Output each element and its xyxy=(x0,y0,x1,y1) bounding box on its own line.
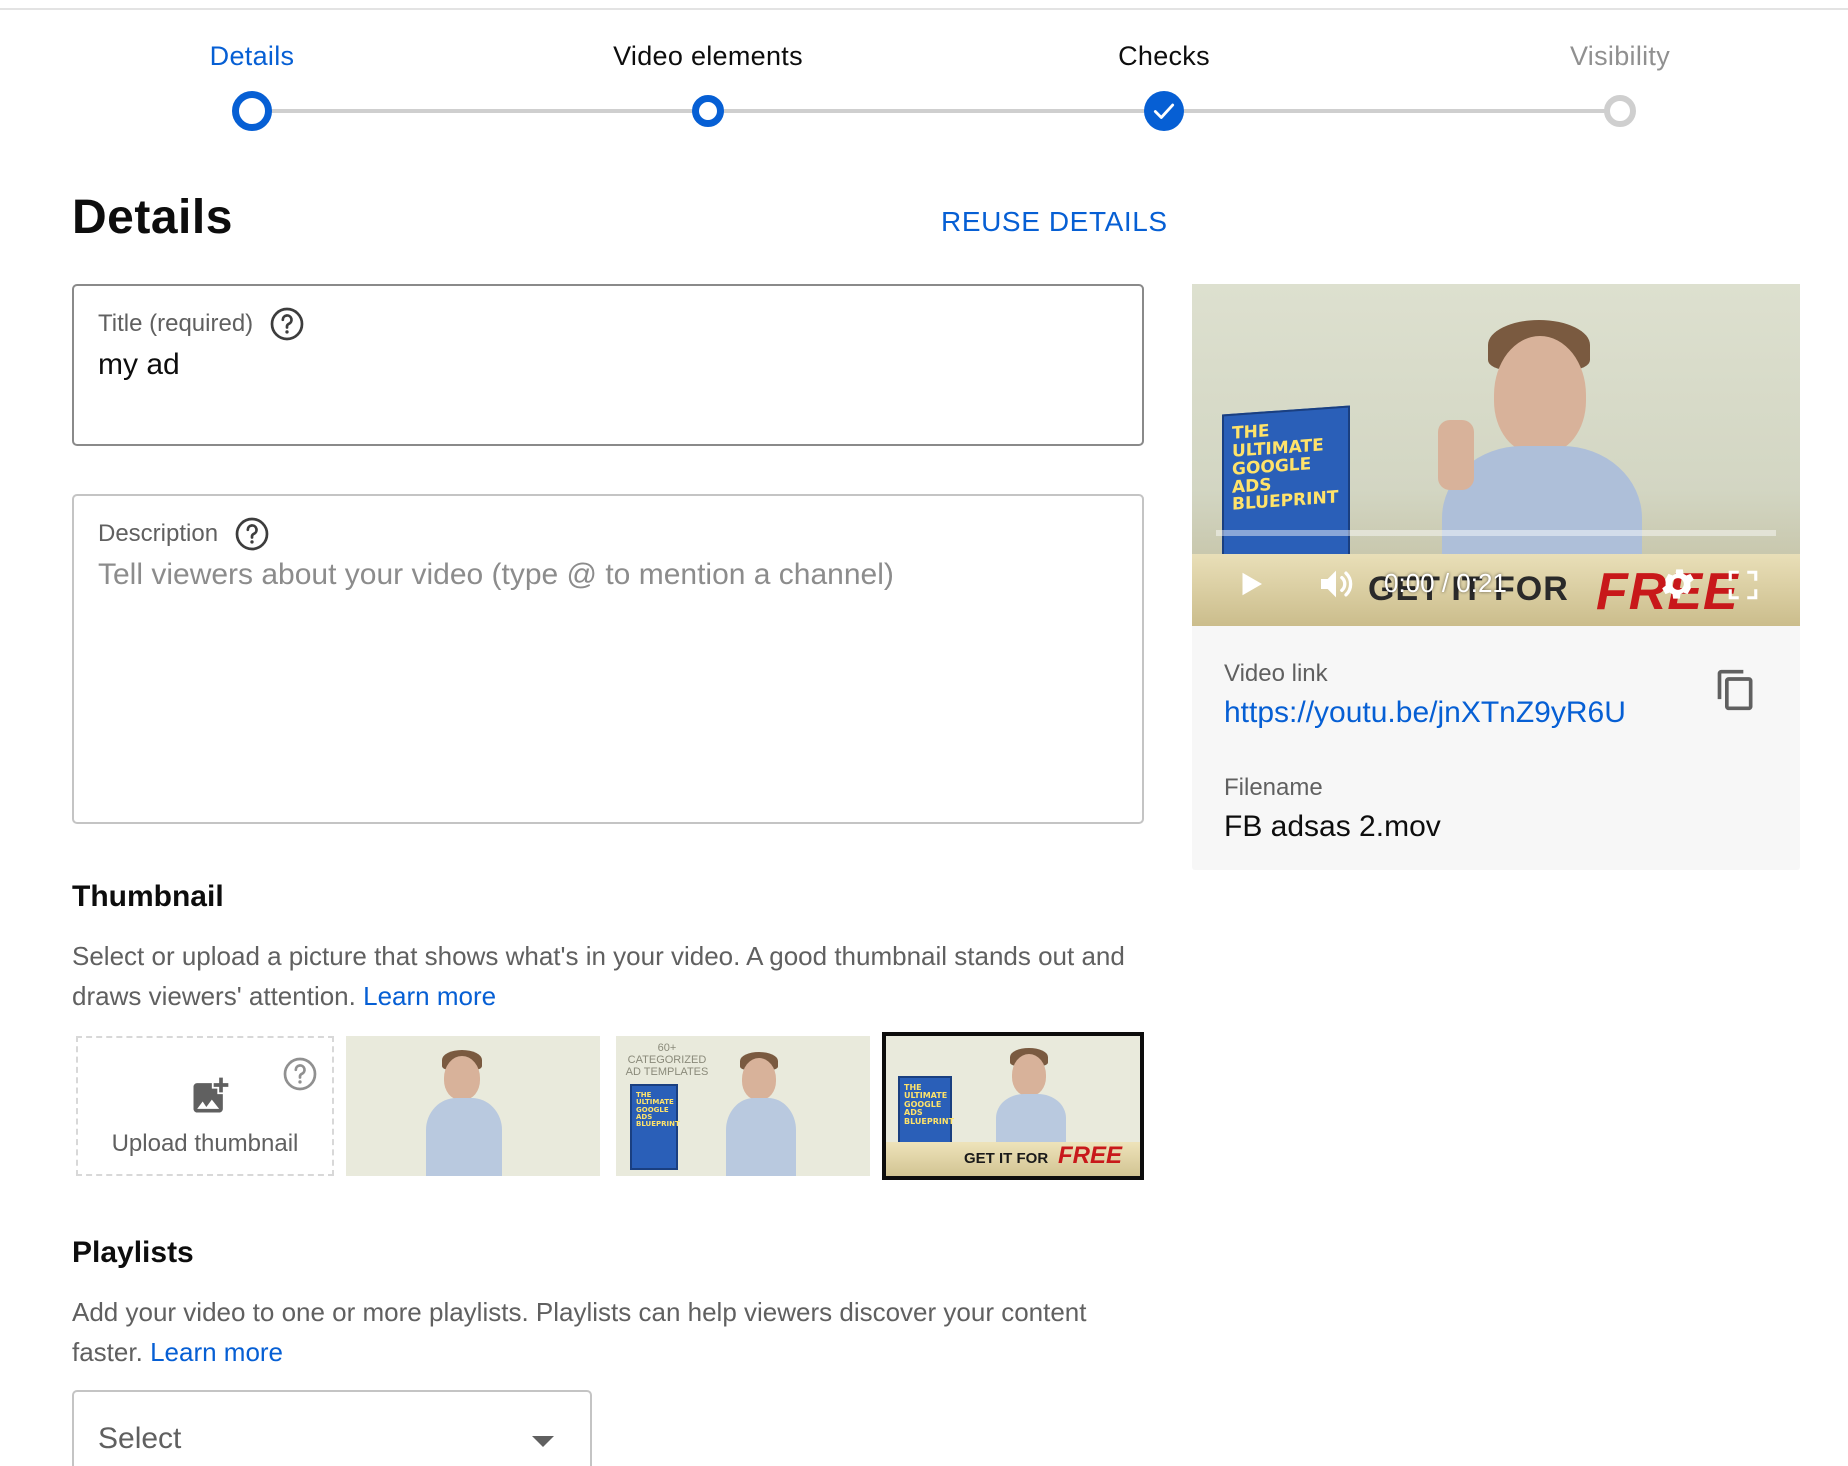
description-field-label-row: Description xyxy=(98,516,270,552)
help-icon[interactable] xyxy=(234,516,270,552)
help-icon[interactable] xyxy=(269,306,305,342)
description-field-label: Description xyxy=(98,520,219,547)
dropdown-arrow-icon xyxy=(532,1436,554,1447)
settings-gear-icon[interactable] xyxy=(1658,564,1698,604)
title-input[interactable]: my ad xyxy=(98,348,180,382)
book-cover: THE ULTIMATE GOOGLE ADS BLUEPRINT xyxy=(630,1084,680,1170)
upload-thumbnail-label: Upload thumbnail xyxy=(111,1130,299,1157)
step-visited-indicator xyxy=(692,95,724,127)
step-label: Visibility xyxy=(1569,41,1671,71)
fullscreen-icon[interactable] xyxy=(1726,568,1760,602)
thumbnail-banner-free: FREE xyxy=(1058,1142,1123,1169)
filename-label: Filename xyxy=(1224,774,1323,801)
playlist-select[interactable]: Select xyxy=(72,1390,592,1466)
thumbnail-overlay-text: 60+ CATEGORIZED AD TEMPLATES xyxy=(625,1042,709,1078)
playlists-description: Add your video to one or more playlists.… xyxy=(72,1292,1152,1372)
volume-icon[interactable] xyxy=(1316,564,1356,604)
video-preview-card: THE ULTIMATE GOOGLE ADS BLUEPRINT GET IT… xyxy=(1192,284,1800,870)
description-field[interactable]: Description Tell viewers about your vide… xyxy=(72,494,1144,824)
filename-value: FB adsas 2.mov xyxy=(1224,810,1441,843)
step-upcoming-indicator xyxy=(1604,95,1636,127)
title-field-label: Title (required) xyxy=(98,310,254,337)
step-label: Checks xyxy=(1118,41,1210,71)
upload-stepper: Details Video elements Checks Visibility xyxy=(0,0,1848,140)
description-input[interactable]: Tell viewers about your video (type @ to… xyxy=(98,558,894,592)
thumbnail-learn-more-link[interactable]: Learn more xyxy=(363,981,496,1011)
page-title: Details xyxy=(72,191,233,244)
video-link[interactable]: https://youtu.be/jnXTnZ9yR6U xyxy=(1224,696,1626,730)
auto-thumbnail-2[interactable]: 60+ CATEGORIZED AD TEMPLATES THE ULTIMAT… xyxy=(616,1036,870,1176)
title-field[interactable]: Title (required) my ad xyxy=(72,284,1144,446)
video-player[interactable]: THE ULTIMATE GOOGLE ADS BLUEPRINT GET IT… xyxy=(1192,284,1800,626)
thumbs-up-hand xyxy=(1438,420,1474,490)
video-progress-bar[interactable] xyxy=(1216,530,1776,536)
auto-thumbnail-3-selected[interactable]: THE ULTIMATE GOOGLE ADS BLUEPRINT GET IT… xyxy=(882,1032,1144,1180)
help-icon[interactable] xyxy=(282,1056,318,1092)
video-time: 0:00 / 0:21 xyxy=(1384,568,1507,598)
playlist-select-value: Select xyxy=(98,1422,182,1455)
step-label: Video elements xyxy=(613,41,803,71)
add-photo-icon xyxy=(193,1077,229,1113)
upload-thumbnail-button[interactable]: Upload thumbnail xyxy=(76,1036,334,1176)
check-icon xyxy=(1144,91,1184,131)
playlists-heading: Playlists xyxy=(72,1236,194,1269)
thumbnail-banner-text: GET IT FOR xyxy=(964,1150,1049,1167)
thumbnail-heading: Thumbnail xyxy=(72,880,224,913)
copy-icon[interactable] xyxy=(1714,666,1758,714)
thumbnail-text: Select or upload a picture that shows wh… xyxy=(72,941,1125,1011)
play-icon[interactable] xyxy=(1232,566,1268,602)
reuse-details-button[interactable]: REUSE DETAILS xyxy=(941,206,1168,238)
step-label: Details xyxy=(209,41,295,71)
thumbnail-description: Select or upload a picture that shows wh… xyxy=(72,936,1152,1016)
step-current-indicator xyxy=(232,91,272,131)
playlists-learn-more-link[interactable]: Learn more xyxy=(150,1337,283,1367)
auto-thumbnail-1[interactable] xyxy=(346,1036,600,1176)
title-field-label-row: Title (required) xyxy=(98,306,305,342)
video-link-label: Video link xyxy=(1224,660,1328,687)
stepper-track xyxy=(270,109,1630,113)
